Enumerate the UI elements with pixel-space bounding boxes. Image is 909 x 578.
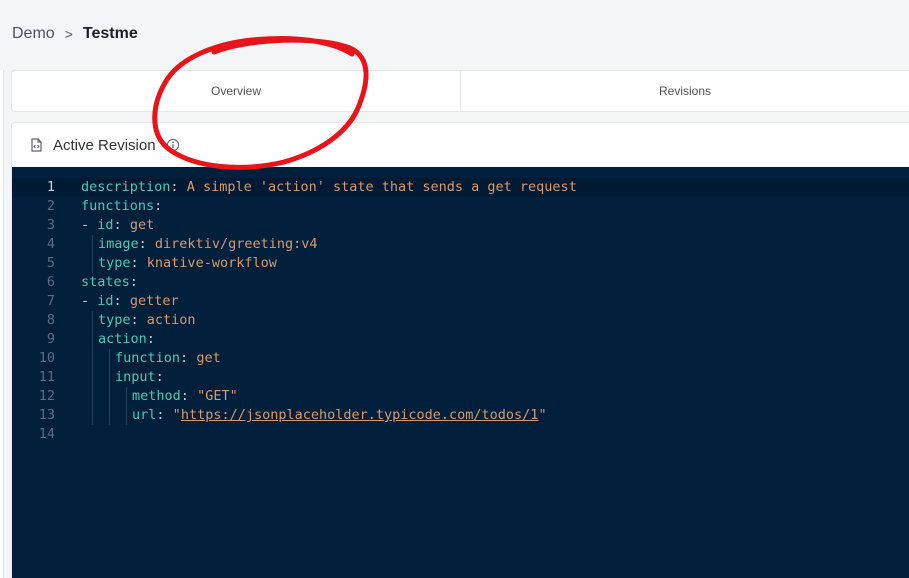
info-icon[interactable] (166, 138, 180, 152)
tab-revisions[interactable]: Revisions (460, 71, 909, 111)
line-number: 9 (46, 331, 55, 347)
yaml-key: type (98, 255, 131, 271)
yaml-key: method (132, 388, 181, 404)
line-number: 7 (46, 293, 55, 309)
yaml-key: input (115, 369, 156, 385)
code-line[interactable]: 3 - id: get (12, 216, 909, 235)
code-line[interactable]: 7 - id: getter (12, 292, 909, 311)
code-line[interactable]: 2 functions: (12, 197, 909, 216)
yaml-value: knative-workflow (146, 255, 277, 271)
yaml-value: A simple 'action' state that sends a get… (186, 179, 577, 195)
yaml-key: description (81, 179, 171, 195)
line-number: 10 (38, 350, 55, 366)
line-number: 1 (46, 179, 55, 195)
sidebar-edge (0, 70, 4, 578)
breadcrumb-separator: > (64, 26, 73, 42)
url-link[interactable]: https://jsonplaceholder.typicode.com/tod… (181, 407, 539, 423)
code-text: input: (115, 369, 164, 385)
file-code-icon (30, 138, 43, 152)
line-number: 6 (46, 274, 55, 290)
code-line[interactable]: 6 states: (12, 273, 909, 292)
code-line[interactable]: 1 description: A simple 'action' state th… (12, 178, 909, 197)
indent-guide (92, 235, 93, 273)
line-number: 11 (38, 369, 55, 385)
code-text: url: "https://jsonplaceholder.typicode.c… (132, 407, 547, 423)
code-line[interactable]: 8 type: action (12, 311, 909, 330)
line-number: 13 (38, 407, 55, 423)
yaml-key: states (81, 274, 130, 290)
yaml-key: action (98, 331, 147, 347)
card-header: Active Revision (12, 123, 909, 167)
yaml-value: action (146, 312, 196, 328)
line-number: 5 (46, 255, 55, 271)
code-text: image: direktiv/greeting:v4 (98, 236, 318, 252)
yaml-value: direktiv/greeting:v4 (154, 236, 318, 252)
code-text: type: knative-workflow (98, 255, 277, 271)
yaml-key: type (98, 312, 131, 328)
line-number: 8 (46, 312, 55, 328)
yaml-key: url (132, 407, 157, 423)
yaml-value: get (196, 350, 221, 366)
yaml-key: function (115, 350, 181, 366)
breadcrumb-current: Testme (82, 25, 138, 42)
line-number: 12 (38, 388, 55, 404)
line-number: 3 (46, 217, 55, 233)
code-text: states: (81, 274, 138, 290)
tab-overview[interactable]: Overview (12, 71, 460, 111)
yaml-key: image (98, 236, 139, 252)
code-editor[interactable]: 1 description: A simple 'action' state th… (12, 167, 909, 578)
code-line[interactable]: 13 url: "https://jsonplaceholder.typicode… (12, 406, 909, 425)
code-line[interactable]: 4 image: direktiv/greeting:v4 (12, 235, 909, 254)
yaml-value: get (129, 217, 155, 233)
active-revision-card: Active Revision 1 description: A simple '… (11, 122, 909, 578)
breadcrumb-item-demo[interactable]: Demo (12, 25, 55, 43)
code-line[interactable]: 11 input: (12, 368, 909, 387)
code-text: functions: (81, 198, 163, 214)
card-title: Active Revision (53, 136, 156, 154)
line-number: 4 (46, 236, 55, 252)
yaml-value: "GET" (197, 388, 238, 404)
code-text: type: action (98, 312, 196, 328)
code-line[interactable]: 14 (12, 425, 909, 444)
code-text: action: (98, 331, 155, 347)
yaml-key: functions (81, 198, 155, 214)
line-number: 2 (46, 198, 55, 214)
code-line[interactable]: 12 method: "GET" (12, 387, 909, 406)
code-text: - id: getter (81, 293, 179, 309)
code-line[interactable]: 10 function: get (12, 349, 909, 368)
yaml-key: id (97, 217, 114, 233)
indent-guide (126, 387, 127, 425)
indent-guide (92, 311, 93, 425)
indent-guide (109, 349, 110, 425)
code-text: description: A simple 'action' state tha… (81, 179, 577, 195)
line-number: 14 (38, 426, 55, 442)
code-line[interactable]: 9 action: (12, 330, 909, 349)
breadcrumb: Demo > Testme (12, 22, 138, 46)
code-text: method: "GET" (132, 388, 238, 404)
code-line[interactable]: 5 type: knative-workflow (12, 254, 909, 273)
code-text: - id: get (81, 217, 155, 233)
tab-bar: Overview Revisions (11, 70, 909, 112)
yaml-value: getter (129, 293, 179, 309)
yaml-key: id (97, 293, 114, 309)
code-text: function: get (115, 350, 221, 366)
